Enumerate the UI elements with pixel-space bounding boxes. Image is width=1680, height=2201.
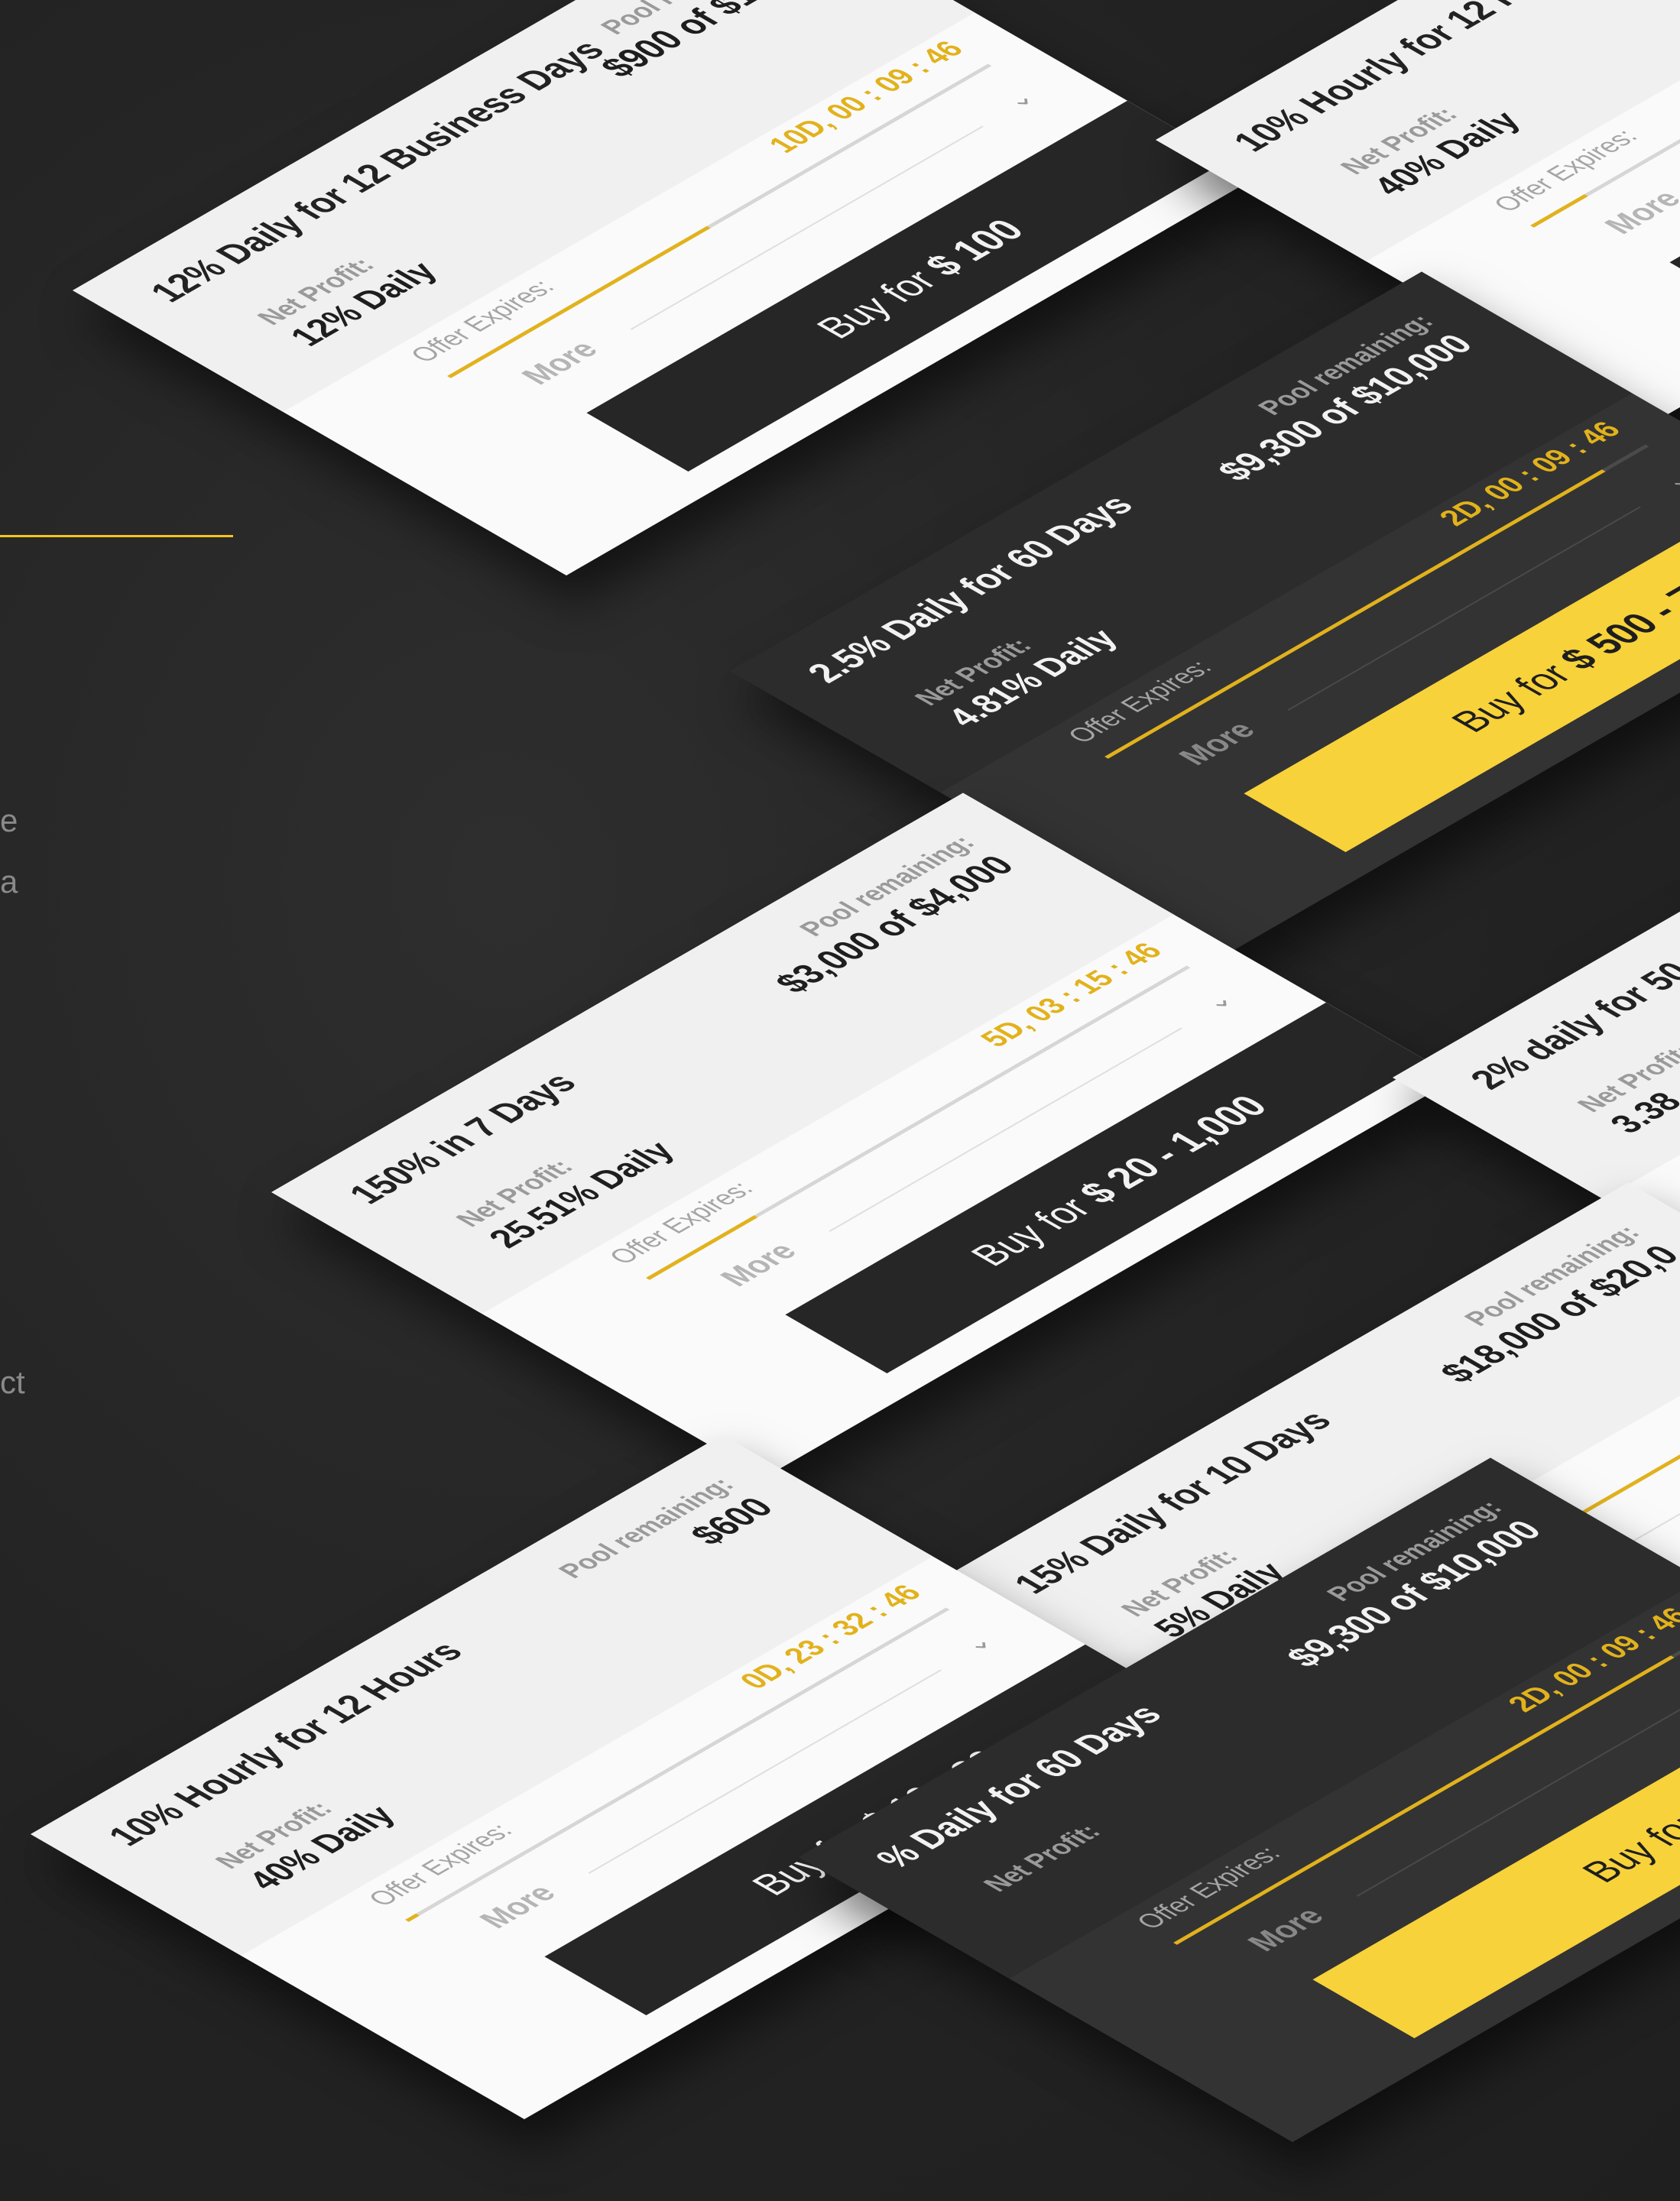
stage: e a ct 12% Daily for 12 Business Days Ne… [0,0,1680,2201]
chevron-down-icon: ⌄ [1653,466,1680,494]
background-text: a [0,864,18,900]
chevron-down-icon: ⌄ [954,1629,1001,1657]
buy-amount: $ 100 [915,212,1035,283]
more-label: More [514,335,606,390]
more-label: More [1171,716,1263,770]
more-label: More [1240,1902,1332,1956]
chevron-down-icon: ⌄ [1195,987,1241,1015]
chevron-down-icon: ⌄ [996,86,1043,113]
more-label: More [472,1879,564,1934]
buy-prefix: Buy for [1571,1807,1680,1889]
buy-prefix: Buy for [1441,657,1581,739]
more-label: More [712,1237,805,1292]
buy-prefix: Buy for [806,263,947,345]
pool-progress-fill [405,1913,420,1922]
background-text: e [0,802,18,838]
buy-prefix: Buy for [960,1191,1101,1272]
accent-divider [0,535,233,537]
background-text: ct [0,1364,25,1400]
more-label: More [1597,185,1680,239]
buy-amount: $ 20 - 1,000 [1069,1089,1278,1210]
buy-amount: $ 500 - 7 [1549,580,1680,676]
